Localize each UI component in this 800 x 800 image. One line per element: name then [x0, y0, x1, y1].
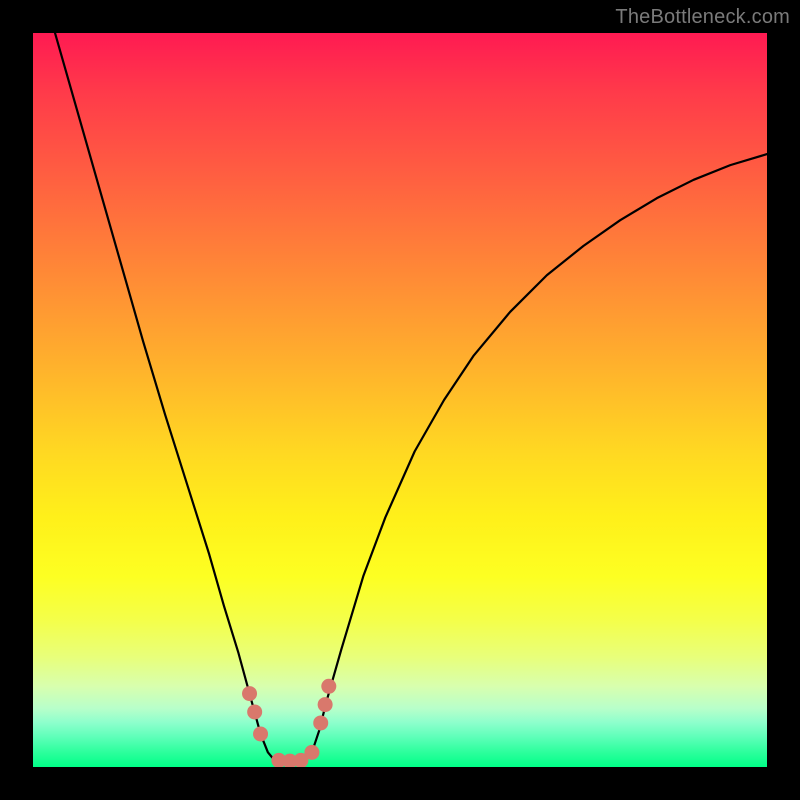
- chart-overlay: [33, 33, 767, 767]
- optimal-markers: [242, 679, 336, 767]
- chart-frame: TheBottleneck.com: [0, 0, 800, 800]
- optimal-marker: [242, 686, 257, 701]
- optimal-marker: [247, 704, 262, 719]
- optimal-marker: [304, 745, 319, 760]
- optimal-marker: [253, 726, 268, 741]
- plot-area: [33, 33, 767, 767]
- optimal-marker: [318, 697, 333, 712]
- watermark-text: TheBottleneck.com: [615, 6, 790, 29]
- bottleneck-curve: [55, 33, 767, 765]
- optimal-marker: [313, 715, 328, 730]
- curve-line: [55, 33, 767, 765]
- optimal-marker: [321, 679, 336, 694]
